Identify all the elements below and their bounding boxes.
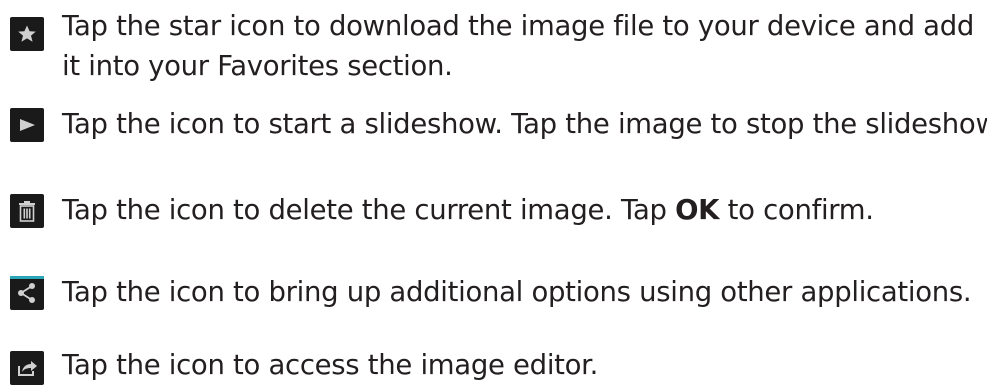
play-icon <box>10 108 44 142</box>
instruction-line: Tap the star icon to download the image … <box>62 10 975 42</box>
instruction-text: Tap the icon to start a slideshow. Tap t… <box>62 108 987 140</box>
ok-label: OK <box>675 194 720 226</box>
trash-icon <box>10 194 44 228</box>
instruction-text: Tap the icon to bring up additional opti… <box>62 276 972 308</box>
share-icon <box>10 276 44 310</box>
instruction-text: Tap the icon to access the image editor. <box>62 349 599 381</box>
star-icon <box>10 17 44 51</box>
instruction-line: it into your Favorites section. <box>62 50 453 82</box>
instruction-text: Tap the star icon to download the image … <box>62 6 987 86</box>
edit-icon <box>10 351 44 385</box>
instruction-text-before: Tap the icon to delete the current image… <box>62 194 676 226</box>
instruction-text: Tap the icon to delete the current image… <box>62 190 987 230</box>
instruction-text-after: to confirm. <box>719 194 874 226</box>
share-accent-bar <box>10 276 44 279</box>
